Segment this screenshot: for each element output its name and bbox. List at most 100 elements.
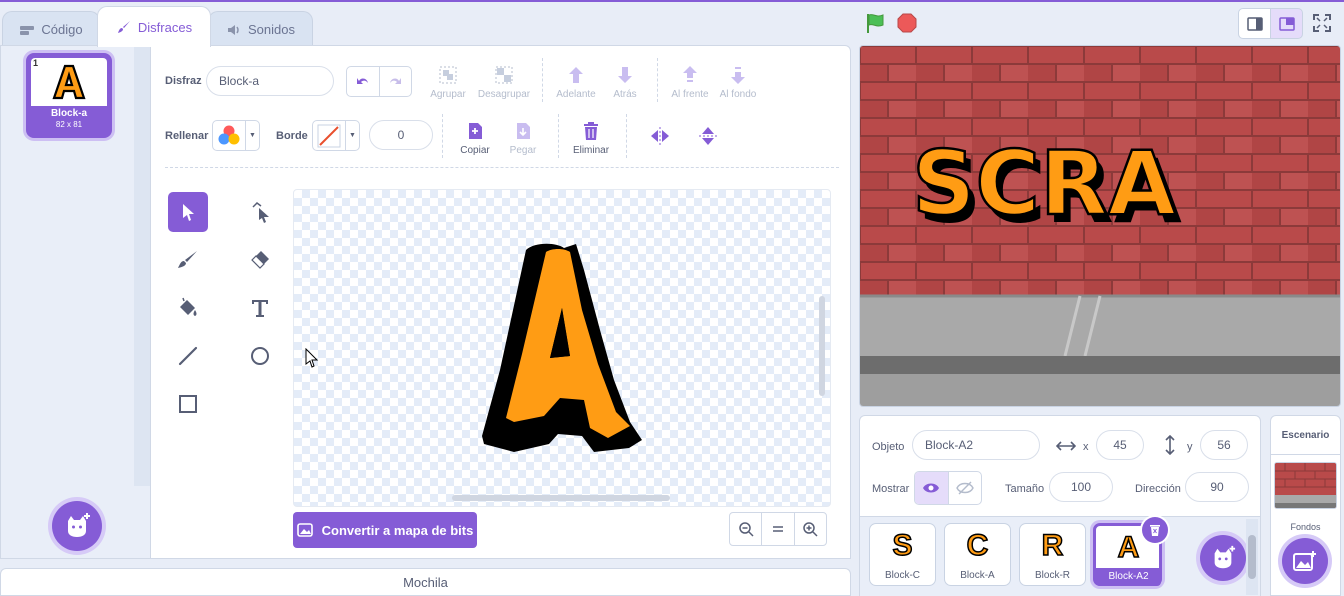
speaker-icon (226, 22, 242, 38)
front-label: Al frente (671, 89, 709, 100)
small-stage-button[interactable] (1238, 8, 1271, 39)
hide-button[interactable] (949, 472, 982, 504)
sprite-name-input[interactable]: Block-A2 (912, 430, 1040, 460)
tab-sounds-label: Sonidos (248, 22, 295, 37)
circle-tool[interactable] (240, 336, 280, 376)
rectangle-tool[interactable] (168, 384, 208, 424)
canvas-vertical-scrollbar[interactable] (819, 296, 825, 396)
size-input[interactable]: 100 (1049, 472, 1113, 502)
sprite-tile[interactable]: R Block-R (1019, 523, 1086, 586)
backdrop-thumbnail (1274, 462, 1337, 509)
green-flag-button[interactable] (864, 12, 886, 34)
horizontal-arrows-icon (1056, 441, 1076, 451)
convert-to-bitmap-label: Convertir a mapa de bits (321, 522, 474, 538)
brush-tool[interactable] (168, 240, 208, 280)
tab-code[interactable]: Código (2, 11, 100, 47)
backward-button[interactable]: Atrás (605, 64, 645, 100)
front-button[interactable]: Al frente (668, 64, 712, 100)
backpack-bar[interactable]: Mochila (0, 568, 851, 596)
sprite-name: Block-A2 (1096, 568, 1161, 586)
direction-input[interactable]: 90 (1185, 472, 1249, 502)
copy-button[interactable]: Copiar (456, 120, 494, 156)
tab-costumes[interactable]: Disfraces (97, 6, 211, 47)
sprite-name-label: Objeto (872, 441, 905, 453)
arrow-up-icon (569, 67, 583, 83)
paste-label: Pegar (509, 145, 537, 156)
choose-sprite-button[interactable] (1200, 535, 1246, 581)
stop-button[interactable] (896, 12, 918, 34)
costume-name-input[interactable]: Block-a (206, 66, 334, 96)
flip-vertical-icon (699, 127, 717, 145)
stage[interactable]: SCRA SCRA (859, 45, 1341, 407)
zoom-reset-button[interactable] (762, 513, 795, 545)
stage-target-panel[interactable]: Escenario Fondos (1270, 415, 1341, 596)
redo-button[interactable] (380, 67, 412, 96)
zoom-out-icon (738, 522, 754, 537)
choose-costume-button[interactable] (52, 501, 102, 551)
canvas-horizontal-scrollbar[interactable] (452, 495, 670, 501)
x-input[interactable]: 45 (1096, 430, 1144, 460)
image-plus-icon (1293, 551, 1316, 571)
forward-button[interactable]: Adelante (554, 64, 598, 100)
sprite-list-scrollbar[interactable] (1246, 519, 1258, 595)
equals-icon (772, 526, 783, 532)
fullscreen-icon (1313, 14, 1331, 32)
flip-vertical-button[interactable] (696, 124, 720, 148)
line-tool[interactable] (168, 336, 208, 376)
sprite-thumbnail: R (1020, 528, 1085, 564)
zoom-out-button[interactable] (730, 513, 763, 545)
stage-text: SCRA (912, 132, 1176, 235)
letter-a-icon (52, 64, 86, 100)
back-label: Al fondo (719, 89, 757, 100)
undo-icon (356, 77, 368, 84)
fill-color-picker[interactable]: ▼ (212, 120, 260, 151)
choose-backdrop-button[interactable] (1282, 538, 1328, 584)
tab-code-label: Código (41, 22, 83, 37)
stop-icon (897, 13, 917, 33)
sprite-tile[interactable]: C Block-A (944, 523, 1011, 586)
fill-tool[interactable] (168, 288, 208, 328)
delete-sprite-button[interactable] (1142, 517, 1168, 543)
image-icon (296, 523, 313, 537)
fullscreen-button[interactable] (1311, 12, 1333, 34)
green-flag-icon (867, 14, 884, 33)
normal-stage-button[interactable] (1270, 8, 1303, 39)
delete-label: Eliminar (572, 145, 610, 156)
back-button[interactable]: Al fondo (717, 64, 759, 100)
convert-to-bitmap-button[interactable]: Convertir a mapa de bits (293, 512, 477, 548)
show-label: Mostrar (872, 483, 910, 495)
eraser-tool[interactable] (240, 240, 280, 280)
y-input[interactable]: 56 (1200, 430, 1248, 460)
sprite-letter: A (1117, 530, 1140, 565)
outline-width-input[interactable]: 0 (369, 120, 433, 150)
copy-icon (469, 123, 482, 139)
group-button[interactable]: Agrupar (428, 64, 468, 100)
select-tool[interactable] (168, 192, 208, 232)
undo-button[interactable] (347, 67, 380, 96)
outline-color-picker[interactable]: ▼ (312, 120, 360, 151)
text-tool[interactable] (240, 288, 280, 328)
sprite-tile[interactable]: S Block-C (869, 523, 936, 586)
color-swatch-icon (218, 125, 240, 145)
reshape-tool[interactable] (240, 192, 280, 232)
scrollbar-thumb[interactable] (1248, 535, 1256, 579)
costume-list-scrollbar[interactable] (134, 46, 150, 486)
code-blocks-icon (19, 22, 35, 38)
toolbar-separator (542, 58, 543, 102)
toolbar-separator (657, 58, 658, 102)
backpack-label: Mochila (403, 574, 448, 590)
tab-sounds[interactable]: Sonidos (208, 11, 313, 47)
copy-label: Copiar (460, 145, 490, 156)
top-accent-bar (0, 0, 1344, 2)
sprite-name: Block-C (884, 570, 920, 581)
flip-horizontal-button[interactable] (648, 124, 672, 148)
paste-button[interactable]: Pegar (504, 120, 542, 156)
visibility-toggle (914, 471, 982, 505)
arrow-top-icon (683, 66, 697, 82)
paint-canvas[interactable] (293, 189, 831, 507)
zoom-in-button[interactable] (795, 513, 826, 545)
costume-item[interactable]: 1 Block-a 82 x 81 (26, 53, 112, 138)
show-button[interactable] (915, 472, 949, 504)
ungroup-button[interactable]: Desagrupar (475, 64, 533, 100)
delete-button[interactable]: Eliminar (569, 120, 613, 156)
